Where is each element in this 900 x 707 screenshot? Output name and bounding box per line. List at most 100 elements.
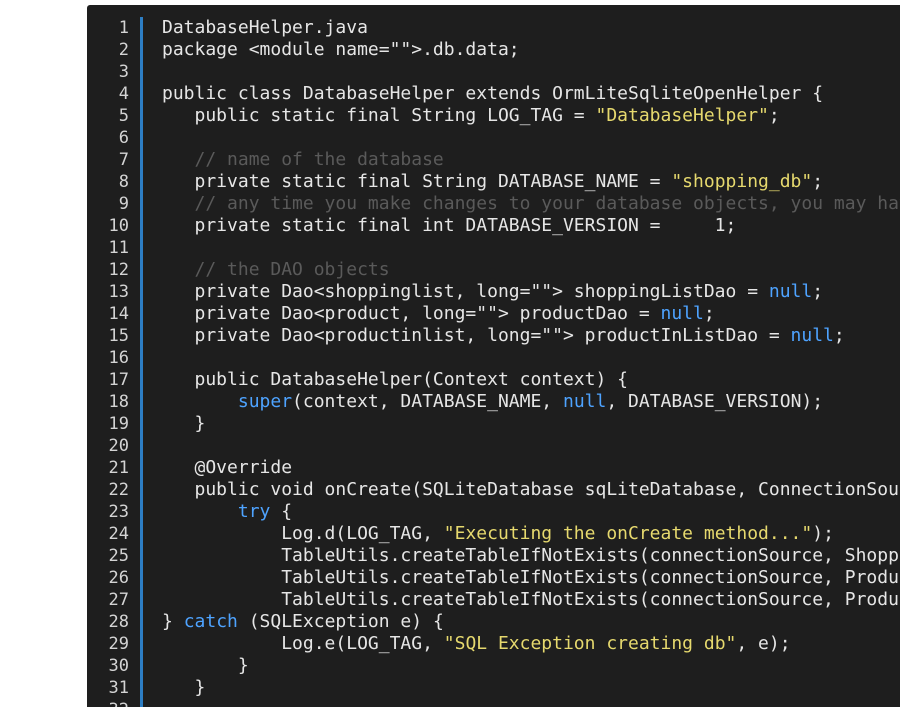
- line-code: DatabaseHelper.java: [162, 17, 368, 39]
- line-code: try {: [162, 501, 292, 523]
- code-token: ;: [812, 171, 824, 192]
- line-code: TableUtils.createTableIfNotExists(connec…: [162, 567, 900, 589]
- code-line[interactable]: 16: [87, 347, 900, 369]
- line-number: 16: [108, 348, 129, 368]
- code-line[interactable]: 4 public class DatabaseHelper extends Orm…: [87, 83, 900, 105]
- code-editor[interactable]: 1 DatabaseHelper.java 2 package <module nam…: [87, 5, 900, 707]
- code-line[interactable]: 30 }: [87, 655, 900, 677]
- code-token: private Dao<product, long=""> productDao…: [162, 303, 661, 324]
- code-token: private Dao<shoppinglist, long=""> shopp…: [162, 281, 769, 302]
- code-token: {: [270, 501, 293, 522]
- code-line[interactable]: 6: [87, 127, 900, 149]
- line-code: public static final String LOG_TAG = "Da…: [162, 105, 780, 127]
- code-line[interactable]: 3: [87, 61, 900, 83]
- code-line[interactable]: 7 // name of the database: [87, 149, 900, 171]
- line-number: 14: [108, 304, 129, 324]
- line-number: 15: [108, 326, 129, 346]
- code-line[interactable]: 20: [87, 435, 900, 457]
- line-number: 17: [108, 370, 129, 390]
- line-number: 19: [108, 414, 129, 434]
- code-token: }: [162, 655, 249, 676]
- line-number: 25: [108, 546, 129, 566]
- line-number: 28: [108, 612, 129, 632]
- keyword-token: catch: [183, 611, 238, 632]
- code-line[interactable]: 14 private Dao<product, long=""> product…: [87, 303, 900, 325]
- code-line[interactable]: 13 private Dao<shoppinglist, long=""> sh…: [87, 281, 900, 303]
- code-token: public static final String LOG_TAG =: [162, 105, 596, 126]
- code-line[interactable]: 23 try {: [87, 501, 900, 523]
- code-token: }: [162, 611, 184, 632]
- code-line[interactable]: 19 }: [87, 413, 900, 435]
- string-token: "SQL Exception creating db": [443, 633, 737, 654]
- line-code: private Dao<productinlist, long=""> prod…: [162, 325, 845, 347]
- code-line[interactable]: 11: [87, 237, 900, 259]
- line-number: 4: [118, 84, 129, 104]
- code-line[interactable]: 32: [87, 699, 900, 707]
- code-line[interactable]: 12 // the DAO objects: [87, 259, 900, 281]
- code-line[interactable]: 8 private static final String DATABASE_N…: [87, 171, 900, 193]
- code-line[interactable]: 9 // any time you make changes to your d…: [87, 193, 900, 215]
- code-line[interactable]: 29 Log.e(LOG_TAG, "SQL Exception creatin…: [87, 633, 900, 655]
- line-number: 20: [108, 436, 129, 456]
- line-number: 18: [108, 392, 129, 412]
- code-token: Log.e(LOG_TAG,: [162, 633, 444, 654]
- code-token: }: [162, 677, 206, 698]
- line-number: 1: [118, 18, 129, 38]
- code-line[interactable]: 2 package <module name="">.db.data;: [87, 39, 900, 61]
- line-number: 8: [118, 172, 129, 192]
- string-token: "DatabaseHelper": [595, 105, 769, 126]
- keyword-token: super: [237, 391, 293, 412]
- code-token: (SQLException e) {: [237, 611, 444, 632]
- code-line[interactable]: 25 TableUtils.createTableIfNotExists(con…: [87, 545, 900, 567]
- code-line[interactable]: 27 TableUtils.createTableIfNotExists(con…: [87, 589, 900, 611]
- code-token: ;: [833, 325, 845, 346]
- line-code: TableUtils.createTableIfNotExists(connec…: [162, 545, 900, 567]
- string-token: "Executing the onCreate method...": [443, 523, 813, 544]
- code-line[interactable]: 17 public DatabaseHelper(Context context…: [87, 369, 900, 391]
- code-token: Log.d(LOG_TAG,: [162, 523, 444, 544]
- line-number: 31: [108, 678, 129, 698]
- line-number: 29: [108, 634, 129, 654]
- line-number: 23: [108, 502, 129, 522]
- line-code: // the DAO objects: [162, 259, 390, 281]
- comment-token: // name of the database: [162, 149, 444, 170]
- code-token: package <module name="">.db.data;: [162, 39, 520, 60]
- code-token: private Dao<productinlist, long=""> prod…: [162, 325, 791, 346]
- line-code: } catch (SQLException e) {: [162, 611, 444, 633]
- code-token: (context, DATABASE_NAME,: [292, 391, 563, 412]
- line-number: 7: [118, 150, 129, 170]
- line-code: private Dao<product, long=""> productDao…: [162, 303, 715, 325]
- code-line[interactable]: 10 private static final int DATABASE_VER…: [87, 215, 900, 237]
- code-line[interactable]: 28} catch (SQLException e) {: [87, 611, 900, 633]
- code-line[interactable]: 31 }: [87, 677, 900, 699]
- code-line[interactable]: 22 public void onCreate(SQLiteDatabase s…: [87, 479, 900, 501]
- line-code: }: [162, 413, 206, 435]
- code-token: );: [812, 523, 834, 544]
- line-number: 10: [108, 216, 129, 236]
- code-token: ;: [768, 105, 780, 126]
- line-number: 6: [118, 128, 129, 148]
- code-line[interactable]: 15 private Dao<productinlist, long=""> p…: [87, 325, 900, 347]
- code-line[interactable]: 5 public static final String LOG_TAG = "…: [87, 105, 900, 127]
- line-code: package <module name="">.db.data;: [162, 39, 520, 61]
- line-code: @Override: [162, 457, 293, 479]
- code-token: TableUtils.createTableIfNotExists(connec…: [281, 567, 900, 588]
- code-token: TableUtils.createTableIfNotExists(connec…: [281, 545, 900, 566]
- code-line[interactable]: 18 super(context, DATABASE_NAME, null, D…: [87, 391, 900, 413]
- code-line[interactable]: 21 @Override: [87, 457, 900, 479]
- code-line[interactable]: 1 DatabaseHelper.java: [87, 17, 900, 39]
- keyword-token: null: [768, 281, 813, 302]
- code-token: , DATABASE_VERSION);: [606, 391, 824, 412]
- code-token: private static final int DATABASE_VERSIO…: [162, 215, 737, 236]
- keyword-token: null: [562, 391, 607, 412]
- code-line[interactable]: 26 TableUtils.createTableIfNotExists(con…: [87, 567, 900, 589]
- comment-token: // any time you make changes to your dat…: [194, 193, 900, 214]
- code-token: ;: [812, 281, 824, 302]
- string-token: "shopping_db": [671, 171, 813, 192]
- line-code: // name of the database: [162, 149, 444, 171]
- line-number: 11: [108, 238, 129, 258]
- code-lines[interactable]: 1 DatabaseHelper.java 2 package <module nam…: [87, 17, 900, 707]
- code-line[interactable]: 24 Log.d(LOG_TAG, "Executing the onCreat…: [87, 523, 900, 545]
- line-code: // any time you make changes to your dat…: [162, 193, 900, 215]
